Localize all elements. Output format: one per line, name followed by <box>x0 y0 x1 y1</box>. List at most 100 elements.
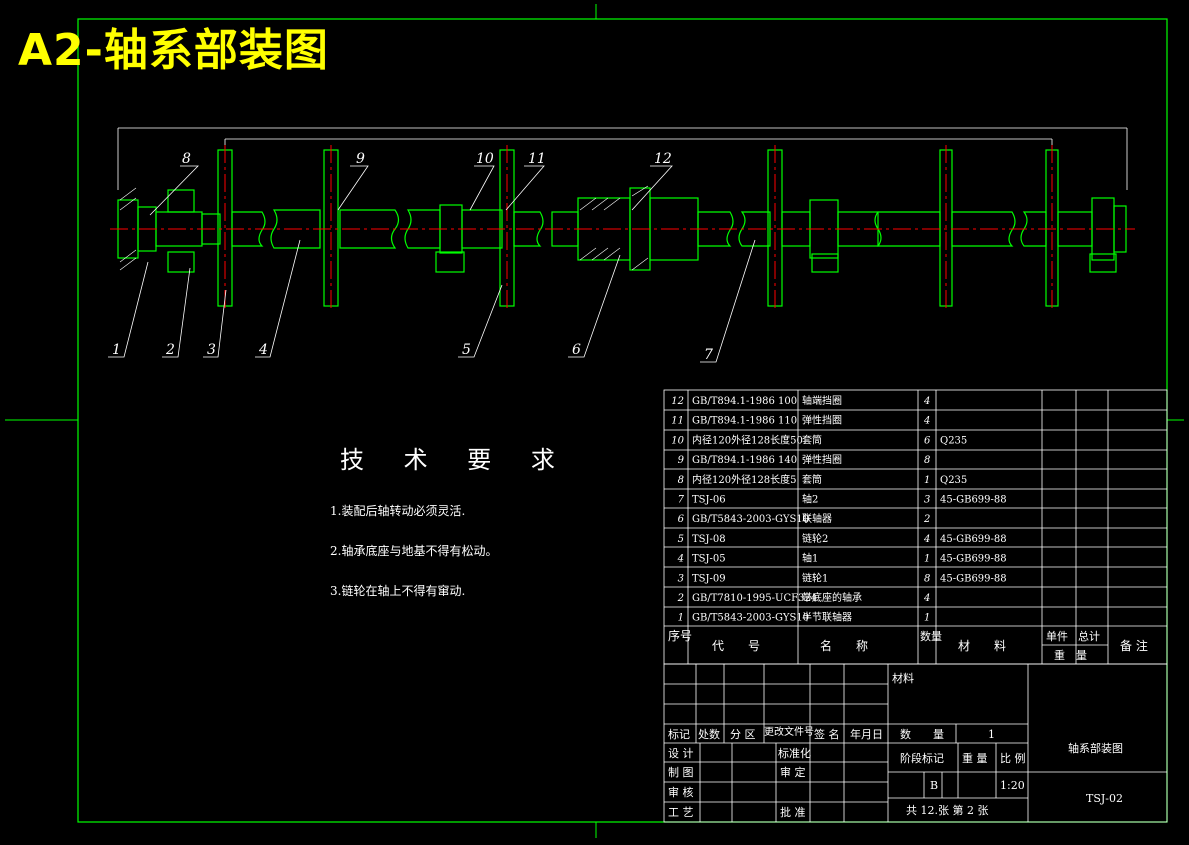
bom-row-code: TSJ-08 <box>692 534 726 545</box>
tech-requirement-2: 2.轴承底座与地基不得有松动。 <box>330 544 498 558</box>
tb-approve: 批 准 <box>780 805 806 819</box>
bom-row-no: 6 <box>678 514 685 525</box>
bom-row-qty: 4 <box>923 593 930 604</box>
bom-row-name: 套筒 <box>802 433 822 446</box>
bom-row-no: 11 <box>671 416 684 427</box>
bom-header-remark: 备 注 <box>1120 638 1148 653</box>
bom-row-qty: 2 <box>923 514 930 525</box>
bom-header-material: 材 料 <box>958 639 1006 653</box>
bom-row-qty: 4 <box>923 534 930 545</box>
tb-scale-label: 比 例 <box>1000 751 1026 765</box>
shaft-assembly <box>117 149 1127 307</box>
bom-header-name: 名 称 <box>820 638 868 653</box>
bom-row-no: 10 <box>671 435 684 446</box>
callout-12: 12 <box>654 151 672 167</box>
bom-row-qty: 8 <box>924 455 930 466</box>
bom-row-name: 联轴器 <box>802 512 832 525</box>
tb-date: 年月日 <box>850 727 883 741</box>
bom-text: 12 GB/T894.1-1986 100 轴端挡圈 411 GB/T894.1-198… <box>671 394 1006 624</box>
callout-6: 6 <box>572 342 581 358</box>
bom-row-code: GB/T894.1-1986 100 <box>692 396 797 407</box>
tb-stage-label: 阶段标记 <box>900 751 944 765</box>
bom-row-code: TSJ-05 <box>692 554 726 565</box>
bom-row-name: 带底座的轴承 <box>802 591 862 604</box>
bom-row-qty: 8 <box>924 573 930 584</box>
callout-5: 5 <box>462 342 471 358</box>
bom-row-code: GB/T894.1-1986 140 <box>692 455 797 466</box>
tb-sign: 签 名 <box>814 727 840 741</box>
drawing-sheet: 1 2 3 4 5 6 7 8 9 10 11 12 12 GB/T894.1-… <box>0 0 1189 841</box>
bom-row-code: TSJ-06 <box>692 495 726 506</box>
drawing-canvas: 1 2 3 4 5 6 7 8 9 10 11 12 12 GB/T894.1-… <box>5 4 1184 838</box>
bom-row-qty: 4 <box>923 416 930 427</box>
tech-requirement-1: 1.装配后轴转动必须灵活. <box>330 504 466 518</box>
bom-row-no: 2 <box>677 593 684 604</box>
bom-row-material: Q235 <box>940 475 967 486</box>
bom-row-name: 弹性挡圈 <box>802 414 842 427</box>
bom-header-qty: 数量 <box>920 630 942 643</box>
centerlines <box>110 145 1135 312</box>
bom-row-code: GB/T7810-1995-UCF324 <box>692 593 817 604</box>
bom-header-code: 代 号 <box>712 639 760 653</box>
bom-row-no: 12 <box>671 396 684 407</box>
tb-check: 审 核 <box>668 785 694 799</box>
tech-requirement-3: 3.链轮在轴上不得有窜动. <box>330 584 466 598</box>
bom-row-name: 套筒 <box>802 473 822 486</box>
tb-count: 处数 <box>698 728 720 741</box>
tb-review: 审 定 <box>780 765 806 779</box>
tb-stage-value: B <box>930 779 938 792</box>
tb-scale-value: 1:20 <box>1000 779 1025 792</box>
bom-row-material: 45-GB699-88 <box>940 534 1007 545</box>
bom-row-qty: 6 <box>924 435 931 446</box>
bom-row-material: Q235 <box>940 435 967 446</box>
callout-numbers: 1 2 3 4 5 6 7 8 9 10 11 12 <box>112 151 713 363</box>
section-hatching <box>119 185 649 271</box>
bom-header-no: 序号 <box>668 628 692 643</box>
bom-row-material: 45-GB699-88 <box>940 495 1007 506</box>
tb-weight-label: 重 量 <box>962 751 988 765</box>
leader-lines <box>108 165 756 363</box>
bom-row-name: 链轮2 <box>802 532 828 545</box>
tb-sheets: 共 12.张 第 2 张 <box>906 803 988 817</box>
callout-3: 3 <box>207 342 216 358</box>
callout-2: 2 <box>165 342 175 358</box>
bom-header-unit: 单件 <box>1046 630 1068 643</box>
bom-row-qty: 3 <box>924 495 930 506</box>
tb-qty-value: 1 <box>988 728 995 741</box>
bom-header-weight: 重 量 <box>1054 648 1087 662</box>
drawing-title: A2-轴系部装图 <box>18 25 329 76</box>
tb-zone: 分 区 <box>730 728 756 741</box>
tb-qty-label: 数 量 <box>900 728 944 741</box>
tb-change-doc: 更改文件号 <box>764 725 814 738</box>
bom-row-code: TSJ-09 <box>692 573 726 584</box>
tb-design: 设 计 <box>668 747 694 760</box>
callout-1: 1 <box>112 342 121 358</box>
callout-10: 10 <box>476 151 494 167</box>
bom-row-no: 9 <box>678 455 685 466</box>
bom-row-name: 链轮1 <box>802 571 828 584</box>
tb-draw: 制 图 <box>668 766 694 779</box>
dimension-lines <box>117 127 1128 190</box>
callout-11: 11 <box>528 151 546 167</box>
bom-row-no: 1 <box>678 613 684 624</box>
bom-row-code: GB/T894.1-1986 110 <box>692 416 797 427</box>
tb-process: 工 艺 <box>668 806 694 819</box>
tech-requirements-heading: 技 术 要 求 <box>340 446 571 474</box>
bom-row-no: 5 <box>678 534 684 545</box>
bom-row-qty: 1 <box>924 554 930 565</box>
callout-4: 4 <box>258 342 268 358</box>
tb-drawing-name: 轴系部装图 <box>1068 741 1123 755</box>
bom-row-name: 轴1 <box>802 552 818 565</box>
bom-row-code: GB/T5843-2003-GYS10 <box>692 613 809 624</box>
callout-9: 9 <box>356 151 365 167</box>
bom-row-code: 内径120外径128长度50 <box>692 433 803 446</box>
bom-row-name: 弹性挡圈 <box>802 453 842 466</box>
bom-row-name: 半节联轴器 <box>802 611 852 624</box>
bom-row-material: 45-GB699-88 <box>940 573 1007 584</box>
bom-row-no: 8 <box>678 475 684 486</box>
tb-drawing-no: TSJ-02 <box>1086 792 1123 805</box>
tb-standard: 标准化 <box>778 746 811 760</box>
callout-7: 7 <box>704 347 713 363</box>
bom-row-name: 轴端挡圈 <box>802 394 842 407</box>
bom-row-name: 轴2 <box>802 493 818 506</box>
